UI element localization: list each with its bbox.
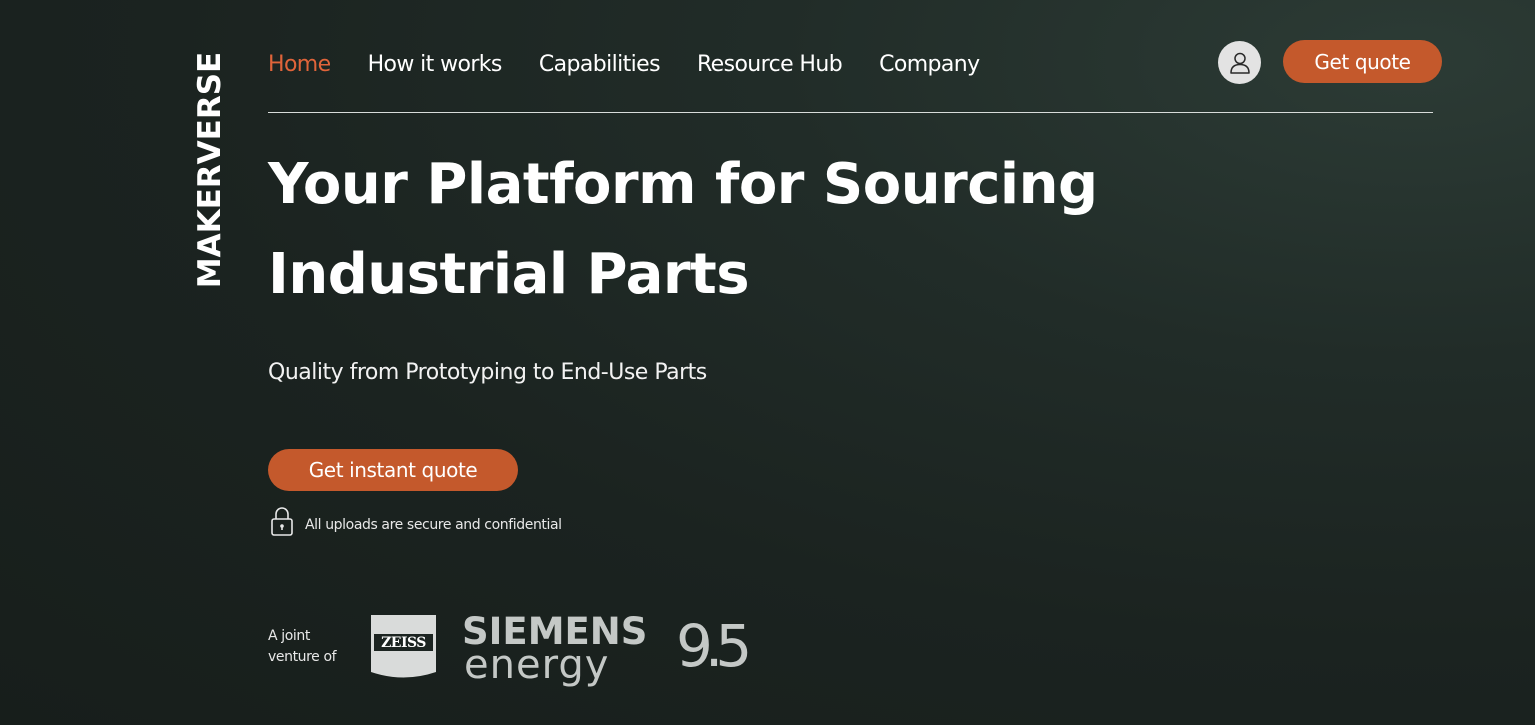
zeiss-logo-text: ZEISS	[381, 635, 426, 651]
get-quote-button[interactable]: Get quote	[1283, 40, 1442, 83]
account-button[interactable]	[1218, 41, 1261, 84]
joint-venture-line-1: A joint	[268, 628, 310, 644]
brand-name: MAKERVERSE	[192, 51, 228, 289]
nine-five-logo-text: 9.5	[676, 612, 752, 680]
security-note-text: All uploads are secure and confidential	[305, 517, 562, 533]
brand-logo[interactable]: MAKERVERSE	[190, 52, 230, 288]
energy-logo-text: energy	[464, 642, 610, 688]
hero-title: Your Platform for Sourcing Industrial Pa…	[268, 152, 1098, 307]
get-instant-quote-button[interactable]: Get instant quote	[268, 449, 518, 491]
nine-five-logo: 9.5	[676, 612, 752, 682]
nav-item-capabilities[interactable]: Capabilities	[539, 52, 661, 77]
zeiss-logo: ZEISS	[371, 615, 436, 678]
lock-icon	[271, 507, 293, 536]
security-note: All uploads are secure and confidential	[270, 505, 562, 537]
nav-item-home[interactable]: Home	[268, 52, 331, 77]
main-nav: Home How it works Capabilities Resource …	[268, 48, 1017, 80]
joint-venture-text: A joint venture of	[268, 626, 337, 668]
hero-subtitle: Quality from Prototyping to End-Use Part…	[268, 360, 707, 385]
user-icon	[1229, 52, 1250, 74]
nav-item-how-it-works[interactable]: How it works	[368, 52, 503, 77]
nav-item-resource-hub[interactable]: Resource Hub	[697, 52, 843, 77]
joint-venture-line-2: venture of	[268, 649, 337, 665]
siemens-energy-logo: SIEMENS energy	[462, 612, 656, 688]
nav-divider	[268, 112, 1433, 113]
nav-item-company[interactable]: Company	[879, 52, 980, 77]
